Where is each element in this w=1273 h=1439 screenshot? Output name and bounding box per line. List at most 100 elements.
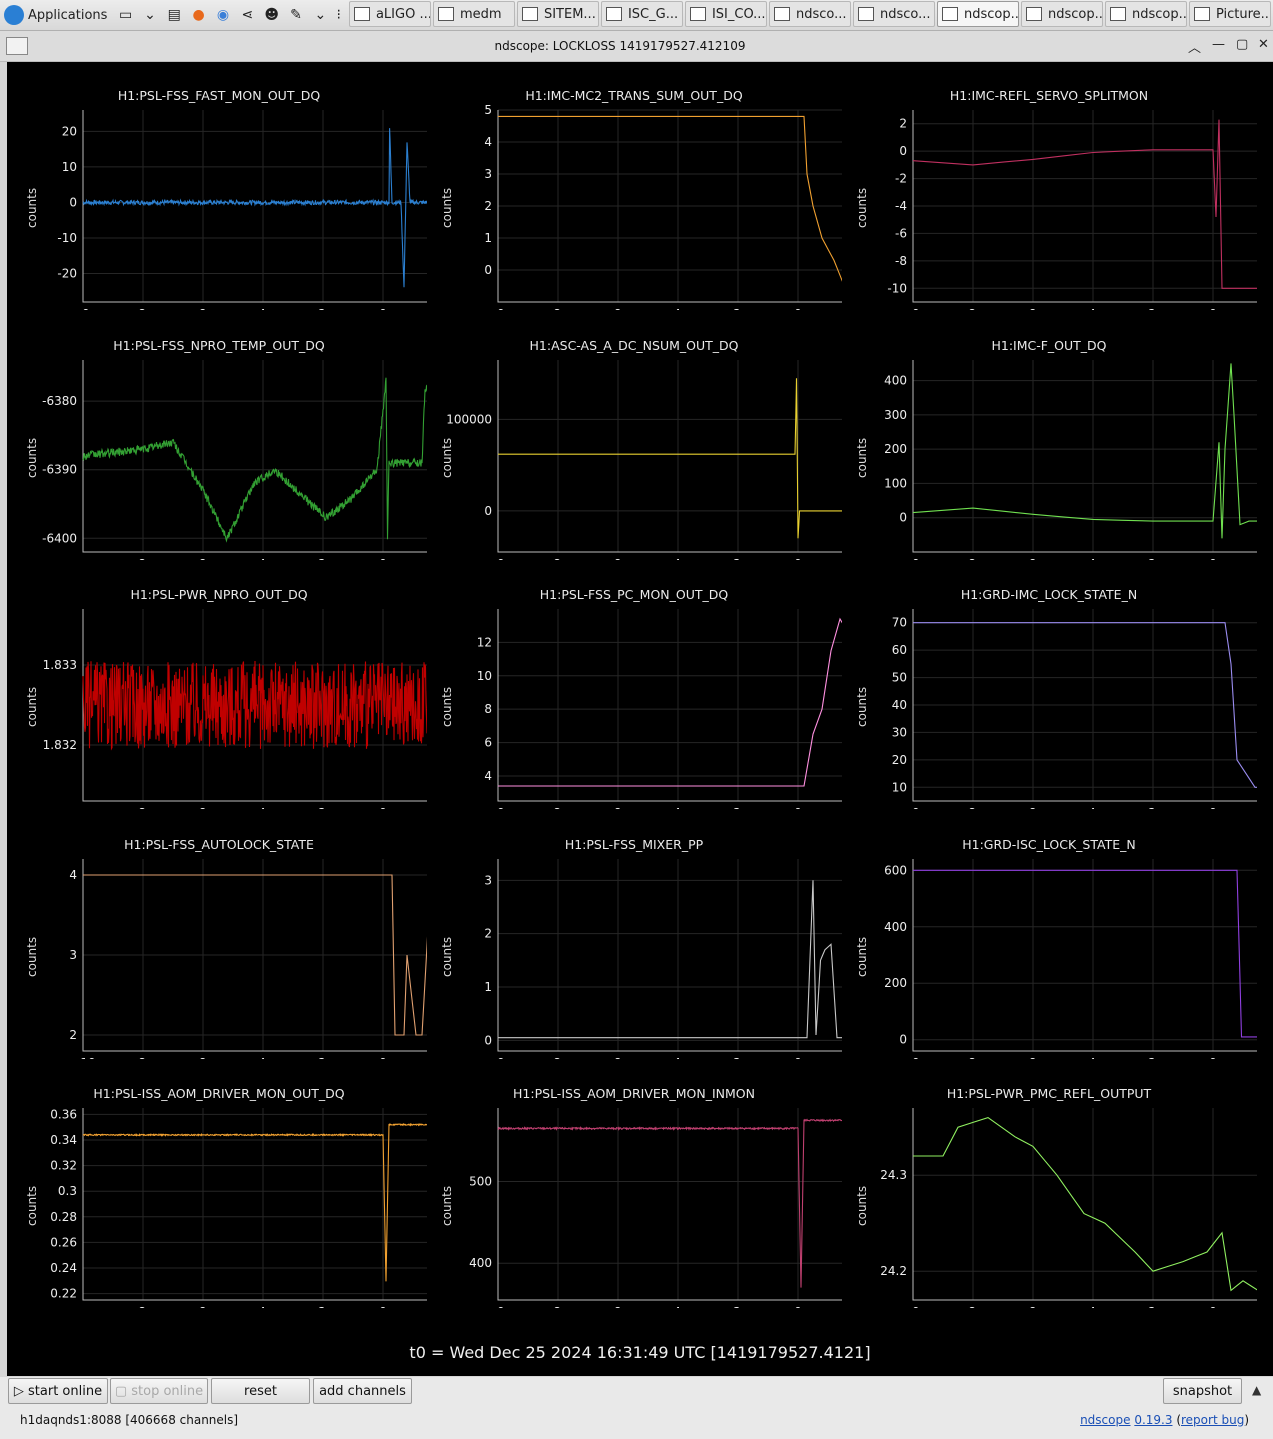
version-link[interactable]: 0.19.3 bbox=[1134, 1413, 1172, 1427]
axis-line bbox=[497, 359, 842, 552]
x-tick-label: 0 bbox=[379, 557, 387, 560]
y-tick-label: -6 bbox=[895, 226, 907, 240]
y-tick-label: 1 bbox=[484, 231, 492, 245]
chevron-down-icon[interactable]: ⌄ bbox=[312, 4, 328, 26]
axis-line bbox=[497, 609, 842, 802]
report-bug-link[interactable]: report bug bbox=[1181, 1413, 1244, 1427]
x-tick-label: -2s bbox=[314, 307, 332, 310]
maximize-icon[interactable]: ▢ bbox=[1236, 37, 1248, 52]
series-line bbox=[912, 362, 1257, 538]
plot-panel[interactable]: 60040020000s-8s-6s-4s-2s02H1:GRD-ISC_LOC… bbox=[841, 811, 1257, 1059]
taskbar-task[interactable]: ndscop... bbox=[1020, 1, 1103, 27]
plot-title: H1:PSL-PWR_NPRO_OUT_DQ bbox=[130, 587, 308, 602]
x-tick-label: -2s bbox=[314, 806, 332, 809]
plot-panel[interactable]: 5004000s-8s-6s-4s-2s02H1:PSL-ISS_AOM_DRI… bbox=[426, 1060, 842, 1308]
y-axis-label: counts bbox=[440, 686, 454, 727]
x-tick-label: -4s bbox=[669, 1305, 687, 1308]
text-editor-icon[interactable]: ✎ bbox=[288, 4, 304, 26]
plot-grid[interactable]: t0 = Wed Dec 25 2024 16:31:49 UTC [14191… bbox=[7, 62, 1273, 1376]
y-tick-label: 0.24 bbox=[50, 1261, 77, 1275]
plot-panel[interactable]: 432-10s-8s-6s-4s-2s02H1:PSL-FSS_AUTOLOCK… bbox=[11, 811, 427, 1059]
x-tick-label: 0 bbox=[794, 1056, 802, 1059]
keep-above-icon[interactable]: ︿ bbox=[1188, 37, 1201, 56]
plot-title: H1:PSL-PWR_PMC_REFL_OUTPUT bbox=[946, 1086, 1152, 1101]
separator-icon: ⁝ bbox=[336, 7, 341, 23]
x-tick-label: 0s bbox=[497, 1056, 511, 1059]
plot-panel[interactable]: -6380-6390-6400-8s-6s-4s-2s02H1:PSL-FSS_… bbox=[11, 312, 427, 560]
start-online-button[interactable]: ▷ start online bbox=[8, 1378, 108, 1404]
terminal-launcher-icon[interactable]: ▭ bbox=[117, 4, 133, 26]
y-tick-label: 300 bbox=[884, 407, 907, 421]
x-tick-label: 0 bbox=[1209, 1305, 1217, 1308]
share-icon[interactable]: ⋖ bbox=[239, 4, 255, 26]
taskbar-task-label: ndsco... bbox=[795, 6, 847, 22]
taskbar-task[interactable]: aLIGO ... bbox=[348, 1, 431, 27]
y-tick-label: 3 bbox=[69, 948, 77, 962]
x-tick-label: -2s bbox=[729, 1305, 747, 1308]
plot-panel[interactable]: 12108640s-8s-6s-4s-2s02H1:PSL-FSS_PC_MON… bbox=[426, 561, 842, 809]
x-tick-label: 0s bbox=[912, 1305, 926, 1308]
taskbar-task-label: ndscop... bbox=[1131, 6, 1187, 22]
y-tick-label: 0.36 bbox=[50, 1107, 77, 1121]
y-tick-label: 400 bbox=[884, 373, 907, 387]
plot-panel[interactable]: 40030020010000s-8s-6s-4s-2s02H1:IMC-F_OU… bbox=[841, 312, 1257, 560]
y-tick-label: 70 bbox=[892, 616, 907, 630]
chevron-down-icon[interactable]: ⌄ bbox=[142, 4, 158, 26]
ndscope-link[interactable]: ndscope bbox=[1080, 1413, 1130, 1427]
plot-panel[interactable]: 20100-10-200s-8s-6s-4s-2s02H1:PSL-FSS_FA… bbox=[11, 62, 427, 310]
taskbar-task[interactable]: ndsco... bbox=[852, 1, 935, 27]
x-tick-label: -6s bbox=[194, 557, 212, 560]
plot-panel[interactable]: 20-2-4-6-8-100s-8s-6s-4s-2s02H1:IMC-REFL… bbox=[841, 62, 1257, 310]
plot-panel[interactable]: 5432100s-8s-6s-4s-2s02H1:IMC-MC2_TRANS_S… bbox=[426, 62, 842, 310]
snapshot-button[interactable]: snapshot bbox=[1163, 1378, 1242, 1404]
taskbar-task[interactable]: ISC_G... bbox=[600, 1, 683, 27]
plot-panel[interactable]: 0.36 0.34 0.32 0.3 0.28 0.26 0.24 0.22 -8s -6s -4s… bbox=[11, 1060, 427, 1308]
series-line bbox=[82, 1122, 427, 1282]
plot-panel[interactable]: 706050403020100s-8s-6s-4s-2s02H1:GRD-IMC… bbox=[841, 561, 1257, 809]
taskbar-task[interactable]: ndscop... bbox=[1104, 1, 1187, 27]
applications-menu[interactable]: Applications bbox=[0, 0, 113, 30]
taskbar-task-label: ISC_G... bbox=[627, 6, 679, 22]
x-tick-label: 0 bbox=[379, 1056, 387, 1059]
x-tick-label: 0 bbox=[794, 557, 802, 560]
x-tick-label: -4s bbox=[254, 557, 272, 560]
add-channels-button[interactable]: add channels bbox=[313, 1378, 412, 1404]
taskbar-task[interactable]: ndscop... bbox=[936, 1, 1019, 27]
plot-title: H1:PSL-FSS_MIXER_PP bbox=[564, 836, 704, 852]
y-tick-label: 2 bbox=[484, 199, 492, 213]
taskbar-task[interactable]: ISI_CO... bbox=[684, 1, 767, 27]
firefox-icon[interactable]: ● bbox=[190, 4, 206, 26]
users-icon[interactable]: ☻ bbox=[263, 4, 279, 26]
y-tick-label: 8 bbox=[484, 702, 492, 716]
y-tick-label: 0 bbox=[484, 263, 492, 277]
taskbar-task[interactable]: medm bbox=[432, 1, 515, 27]
minimize-icon[interactable]: — bbox=[1212, 37, 1225, 52]
taskbar-task-label: ndsco... bbox=[879, 6, 931, 22]
y-tick-label: 12 bbox=[477, 635, 492, 649]
plot-panel[interactable]: 32100s-8s-6s-4s-2s02H1:PSL-FSS_MIXER_PPc… bbox=[426, 811, 842, 1059]
axis-line bbox=[912, 359, 1257, 552]
file-manager-icon[interactable]: ▤ bbox=[166, 4, 182, 26]
stop-online-button[interactable]: ▢ stop online bbox=[110, 1378, 208, 1404]
taskbar-task[interactable]: SITEM... bbox=[516, 1, 599, 27]
y-tick-label: 1.832 bbox=[43, 738, 77, 752]
taskbar-task[interactable]: ndsco... bbox=[768, 1, 851, 27]
plot-panel[interactable]: 24.324.20s-8s-6s-4s-2s02H1:PSL-PWR_PMC_R… bbox=[841, 1060, 1257, 1308]
y-tick-label: 10 bbox=[892, 780, 907, 794]
plot-panel[interactable]: 10000000s-8s-6s-4s-2s02H1:ASC-AS_A_DC_NS… bbox=[426, 312, 842, 560]
reset-button[interactable]: reset bbox=[211, 1378, 310, 1404]
x-tick-label: -8s bbox=[549, 1056, 567, 1059]
chevron-up-icon[interactable]: ▲ bbox=[1252, 1383, 1261, 1397]
x-tick-label: -8s bbox=[134, 307, 152, 310]
plot-panel[interactable]: 1.8331.832-8s-6s-4s-2s02H1:PSL-PWR_NPRO_… bbox=[11, 561, 427, 809]
y-tick-label: -6400 bbox=[42, 531, 77, 545]
y-tick-label: 6 bbox=[484, 736, 492, 750]
plot-title: H1:PSL-FSS_PC_MON_OUT_DQ bbox=[539, 587, 729, 602]
taskbar-task[interactable]: Picture... bbox=[1188, 1, 1271, 27]
taskbar-task-label: aLIGO ... bbox=[375, 6, 431, 22]
y-tick-label: 4 bbox=[484, 135, 492, 149]
plot-title: H1:PSL-ISS_AOM_DRIVER_MON_INMON bbox=[513, 1086, 755, 1101]
close-icon[interactable]: ✕ bbox=[1258, 37, 1269, 52]
y-tick-label: 4 bbox=[484, 769, 492, 783]
chrome-icon[interactable]: ◉ bbox=[215, 4, 231, 26]
